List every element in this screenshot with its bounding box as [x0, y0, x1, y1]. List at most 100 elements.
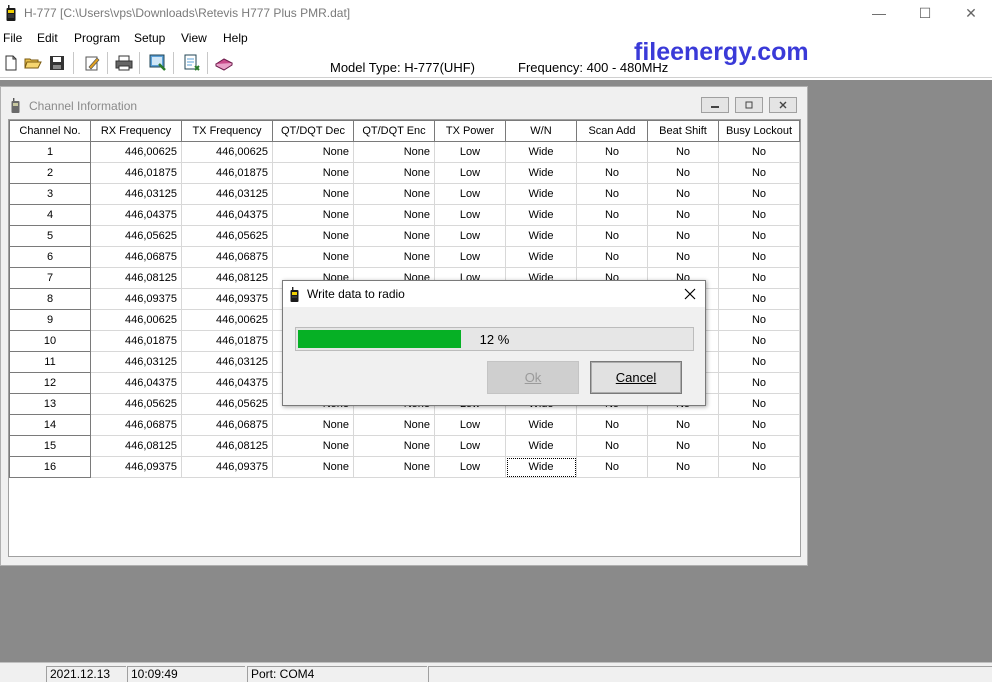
table-cell[interactable]: Wide — [505, 141, 577, 163]
table-cell[interactable]: 446,06875 — [90, 414, 182, 436]
table-cell[interactable]: No — [718, 162, 800, 184]
table-cell[interactable]: 446,01875 — [90, 330, 182, 352]
table-cell[interactable]: None — [272, 456, 354, 478]
table-cell[interactable]: 446,05625 — [90, 393, 182, 415]
table-cell[interactable]: No — [647, 183, 719, 205]
menu-view[interactable]: View — [181, 31, 207, 45]
table-cell[interactable]: No — [576, 225, 648, 247]
read-radio-icon[interactable] — [147, 52, 169, 74]
table-cell[interactable]: No — [576, 414, 648, 436]
table-cell[interactable]: 446,08125 — [181, 435, 273, 457]
table-cell[interactable]: No — [647, 414, 719, 436]
table-cell[interactable]: None — [272, 435, 354, 457]
table-cell[interactable]: No — [647, 435, 719, 457]
channel-number-cell[interactable]: 8 — [9, 288, 91, 310]
table-cell[interactable]: 446,05625 — [90, 225, 182, 247]
table-cell[interactable]: No — [718, 393, 800, 415]
channel-number-cell[interactable]: 12 — [9, 372, 91, 394]
table-cell[interactable]: 446,05625 — [181, 393, 273, 415]
channel-number-cell[interactable]: 14 — [9, 414, 91, 436]
table-cell[interactable]: None — [353, 435, 435, 457]
table-cell[interactable]: No — [718, 414, 800, 436]
table-cell[interactable]: Wide — [505, 204, 577, 226]
table-cell[interactable]: No — [718, 330, 800, 352]
table-cell[interactable]: Wide — [505, 162, 577, 184]
table-cell[interactable]: 446,08125 — [90, 267, 182, 289]
channel-number-cell[interactable]: 3 — [9, 183, 91, 205]
table-cell[interactable]: 446,04375 — [181, 204, 273, 226]
channel-number-cell[interactable]: 10 — [9, 330, 91, 352]
help-book-icon[interactable] — [213, 52, 235, 74]
table-cell[interactable]: No — [647, 246, 719, 268]
table-cell[interactable]: None — [272, 414, 354, 436]
table-cell[interactable]: No — [647, 162, 719, 184]
menu-help[interactable]: Help — [223, 31, 248, 45]
column-header[interactable]: RX Frequency — [90, 120, 182, 142]
table-cell[interactable]: 446,03125 — [181, 183, 273, 205]
table-cell[interactable]: None — [272, 246, 354, 268]
table-cell[interactable]: No — [718, 309, 800, 331]
table-cell[interactable]: Wide — [505, 414, 577, 436]
table-cell[interactable]: 446,05625 — [181, 225, 273, 247]
table-cell[interactable]: 446,06875 — [181, 246, 273, 268]
menu-program[interactable]: Program — [74, 31, 120, 45]
table-cell[interactable]: None — [353, 204, 435, 226]
table-cell[interactable]: No — [718, 246, 800, 268]
column-header[interactable]: QT/DQT Dec — [272, 120, 354, 142]
column-header[interactable]: TX Power — [434, 120, 506, 142]
save-icon[interactable] — [46, 52, 68, 74]
column-header[interactable]: Busy Lockout — [718, 120, 800, 142]
table-cell[interactable]: No — [718, 372, 800, 394]
print-icon[interactable] — [113, 52, 135, 74]
column-header[interactable]: QT/DQT Enc — [353, 120, 435, 142]
menu-setup[interactable]: Setup — [134, 31, 165, 45]
table-cell[interactable]: Wide — [505, 435, 577, 457]
table-cell[interactable]: None — [353, 225, 435, 247]
table-cell[interactable]: No — [718, 204, 800, 226]
table-cell[interactable]: No — [647, 141, 719, 163]
table-cell[interactable]: 446,03125 — [181, 351, 273, 373]
channel-number-cell[interactable]: 15 — [9, 435, 91, 457]
table-cell[interactable]: No — [718, 435, 800, 457]
table-cell[interactable]: 446,00625 — [181, 309, 273, 331]
table-cell[interactable]: Low — [434, 183, 506, 205]
channel-window-restore-button[interactable] — [735, 97, 763, 113]
table-cell[interactable]: No — [576, 456, 648, 478]
table-cell[interactable]: No — [647, 204, 719, 226]
table-cell[interactable]: 446,08125 — [90, 435, 182, 457]
channel-number-cell[interactable]: 4 — [9, 204, 91, 226]
table-cell[interactable]: 446,04375 — [90, 204, 182, 226]
open-folder-icon[interactable] — [22, 52, 44, 74]
table-cell[interactable]: None — [272, 225, 354, 247]
channel-number-cell[interactable]: 7 — [9, 267, 91, 289]
table-cell[interactable]: None — [272, 141, 354, 163]
table-cell[interactable]: 446,06875 — [90, 246, 182, 268]
table-cell[interactable]: No — [576, 183, 648, 205]
table-cell[interactable]: No — [718, 225, 800, 247]
table-cell[interactable]: 446,09375 — [90, 456, 182, 478]
table-cell[interactable]: None — [353, 141, 435, 163]
channel-number-cell[interactable]: 2 — [9, 162, 91, 184]
channel-number-cell[interactable]: 6 — [9, 246, 91, 268]
maximize-button[interactable]: ☐ — [902, 0, 948, 26]
close-button[interactable]: ✕ — [948, 0, 992, 26]
table-cell[interactable]: 446,01875 — [90, 162, 182, 184]
column-header[interactable]: W/N — [505, 120, 577, 142]
table-cell[interactable]: 446,09375 — [181, 288, 273, 310]
table-cell[interactable]: No — [718, 183, 800, 205]
ok-button[interactable]: Ok — [487, 361, 579, 394]
table-cell[interactable]: 446,04375 — [181, 372, 273, 394]
table-cell[interactable]: Low — [434, 456, 506, 478]
table-cell[interactable]: 446,09375 — [181, 456, 273, 478]
channel-number-cell[interactable]: 1 — [9, 141, 91, 163]
channel-number-cell[interactable]: 16 — [9, 456, 91, 478]
dialog-close-button[interactable] — [679, 283, 701, 305]
menu-edit[interactable]: Edit — [37, 31, 58, 45]
table-cell[interactable]: 446,03125 — [90, 351, 182, 373]
table-cell[interactable]: No — [576, 246, 648, 268]
table-cell[interactable]: 446,00625 — [90, 309, 182, 331]
table-cell[interactable]: No — [576, 141, 648, 163]
table-cell[interactable]: No — [576, 204, 648, 226]
table-cell[interactable]: No — [647, 456, 719, 478]
write-radio-icon[interactable] — [181, 52, 203, 74]
